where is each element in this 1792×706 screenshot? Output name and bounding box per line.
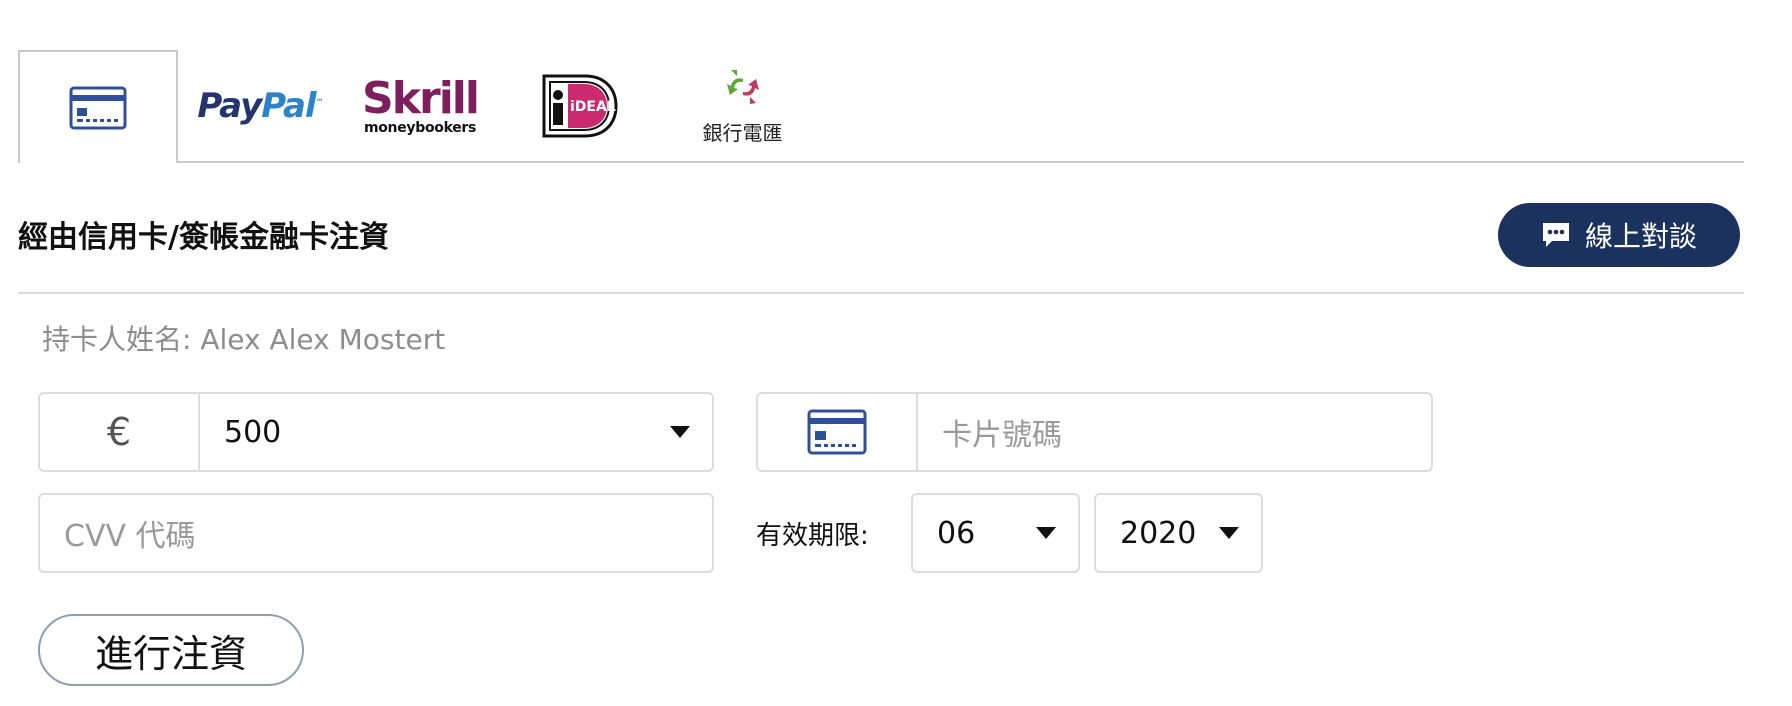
tab-skrill[interactable]: Skrill moneybookers [350, 50, 490, 162]
chat-bubble-icon [1542, 223, 1569, 247]
paypal-logo-pal: Pal [261, 86, 316, 126]
cvv-field[interactable]: CVV 代碼 [38, 493, 714, 573]
live-chat-label: 線上對談 [1584, 220, 1697, 253]
paypal-logo-pay: Pay [197, 86, 262, 126]
expiry-year-select[interactable]: 2020 [1094, 493, 1263, 573]
submit-deposit-label: 進行注資 [94, 631, 247, 676]
ideal-logo: iDEAL [542, 74, 618, 138]
skrill-logo: Skrill [362, 73, 480, 124]
funding-page: PayPal™ Skrill moneybookers iDEAL 銀行電匯 經… [0, 0, 1792, 706]
amount-value: 500 [224, 414, 282, 450]
card-number-placeholder: 卡片號碼 [942, 418, 1062, 453]
section-title: 經由信用卡/簽帳金融卡注資 [18, 220, 389, 255]
card-number-field[interactable]: 卡片號碼 [756, 392, 1433, 472]
credit-card-icon [69, 86, 127, 129]
chevron-down-icon [670, 426, 690, 438]
recycle-arrows-icon [726, 69, 759, 104]
ideal-logo-text: iDEAL [570, 99, 616, 115]
expiry-year-value: 2020 [1120, 515, 1197, 551]
bank-transfer-label: 銀行電匯 [702, 120, 783, 145]
chevron-down-icon [1219, 527, 1239, 539]
tab-paypal[interactable]: PayPal™ [180, 50, 340, 162]
currency-symbol: € [106, 410, 132, 454]
skrill-logo-subtitle: moneybookers [363, 120, 477, 136]
paypal-trademark: ™ [315, 97, 324, 107]
amount-select[interactable]: € 500 [38, 392, 714, 472]
submit-deposit-button[interactable]: 進行注資 [38, 614, 304, 686]
chevron-down-icon [1036, 527, 1056, 539]
tab-ideal[interactable]: iDEAL [520, 50, 640, 162]
live-chat-button[interactable]: 線上對談 [1498, 203, 1740, 267]
paypal-logo: PayPal™ [197, 86, 324, 126]
tab-bank-transfer[interactable]: 銀行電匯 [680, 50, 805, 162]
expiry-label: 有效期限: [756, 521, 869, 551]
section-divider [18, 292, 1744, 294]
cardholder-name: 持卡人姓名: Alex Alex Mostert [42, 323, 446, 356]
credit-card-icon [807, 409, 867, 455]
card-addon [758, 394, 918, 470]
expiry-month-value: 06 [937, 515, 976, 551]
cvv-placeholder: CVV 代碼 [64, 519, 196, 554]
currency-addon: € [40, 394, 200, 470]
tab-credit-card[interactable] [18, 50, 178, 163]
expiry-month-select[interactable]: 06 [911, 493, 1080, 573]
